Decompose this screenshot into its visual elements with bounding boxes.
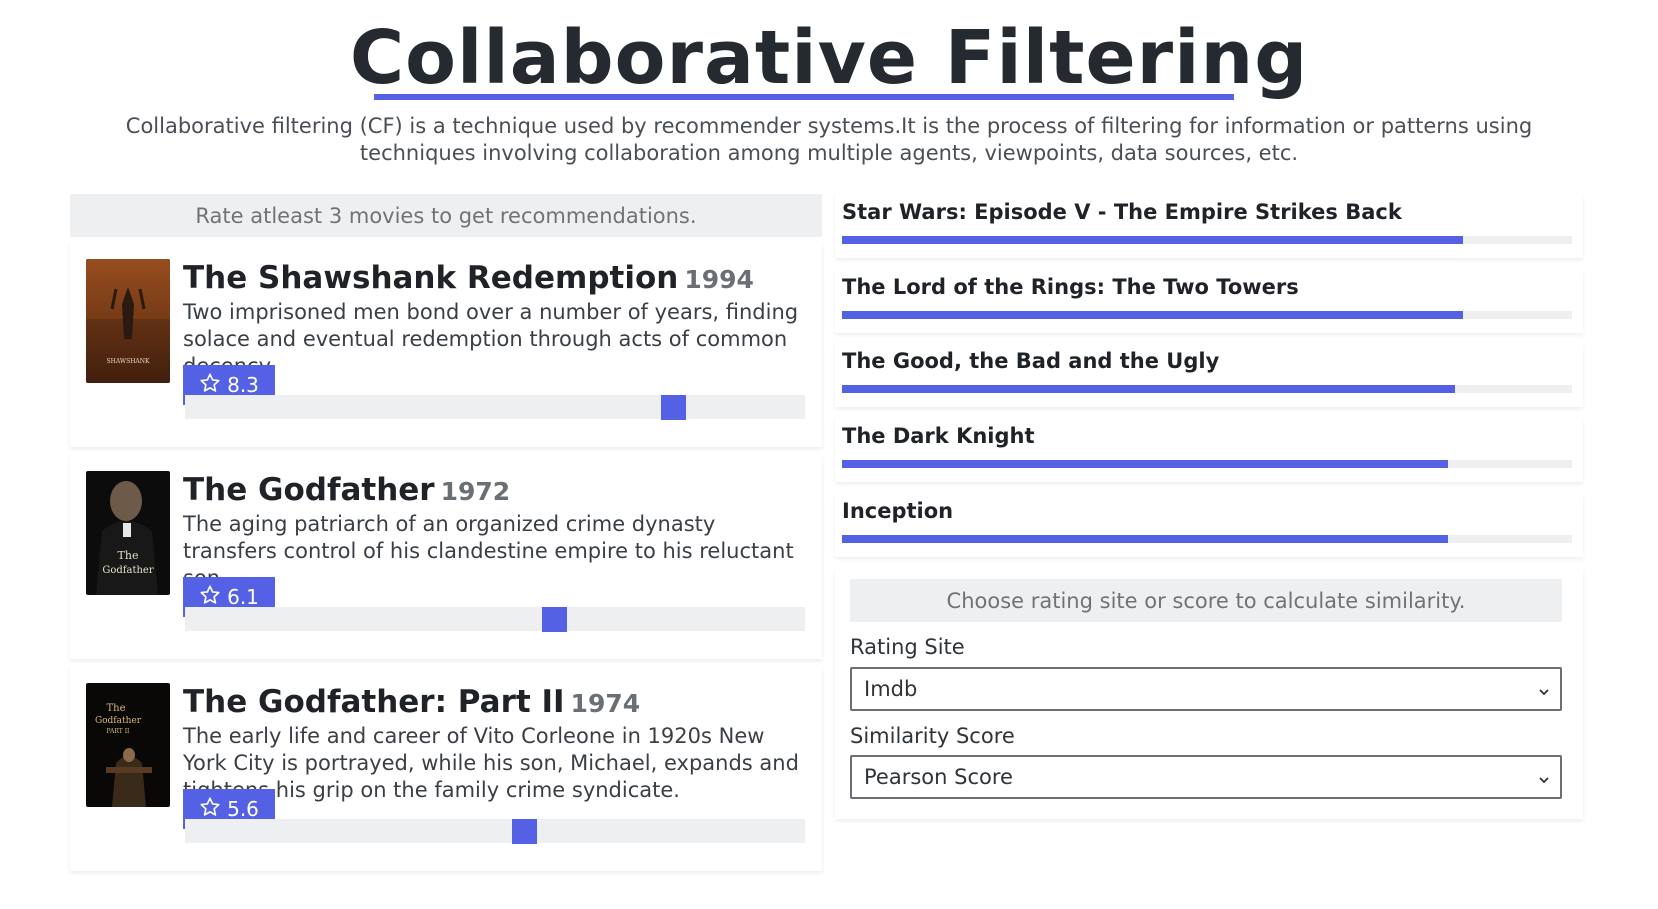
movie-title: The Godfather 1972 bbox=[183, 472, 511, 508]
page-header: Collaborative Filtering bbox=[0, 14, 1658, 102]
movie-poster: The Godfather bbox=[86, 471, 170, 595]
rating-value: 6.1 bbox=[227, 585, 259, 609]
rating-value: 8.3 bbox=[227, 373, 259, 397]
similarity-score-label: Similarity Score bbox=[850, 724, 1015, 748]
score-bar-fill bbox=[842, 385, 1456, 393]
recommendation-title: Star Wars: Episode V - The Empire Strike… bbox=[842, 200, 1402, 224]
rating-slider[interactable] bbox=[185, 395, 805, 420]
rate-hint: Rate atleast 3 movies to get recommendat… bbox=[70, 194, 822, 237]
movie-year: 1974 bbox=[570, 689, 641, 718]
rating-slider[interactable] bbox=[185, 607, 805, 632]
movie-description: The aging patriarch of an organized crim… bbox=[183, 512, 794, 590]
score-bar bbox=[842, 311, 1572, 319]
score-bar-fill bbox=[842, 535, 1448, 543]
page-title: Collaborative Filtering bbox=[349, 15, 1309, 101]
movie-title: The Shawshank Redemption 1994 bbox=[183, 260, 754, 296]
score-bar bbox=[842, 535, 1572, 543]
recommendation-item[interactable]: The Lord of the Rings: The Two Towers bbox=[835, 269, 1583, 333]
slider-thumb[interactable] bbox=[512, 819, 537, 844]
chevron-down-icon bbox=[1536, 769, 1552, 785]
rating-slider[interactable] bbox=[185, 819, 805, 844]
recommendation-item[interactable]: The Good, the Bad and the Ugly bbox=[835, 343, 1583, 407]
recommendation-item[interactable]: Inception bbox=[835, 493, 1583, 557]
score-bar bbox=[842, 460, 1572, 468]
svg-text:Godfather: Godfather bbox=[95, 716, 142, 726]
score-bar-fill bbox=[842, 460, 1448, 468]
movie-card: SHAWSHANK The Shawshank Redemption 1994 T… bbox=[70, 243, 822, 447]
rating-panel: Rate atleast 3 movies to get recommendat… bbox=[70, 194, 822, 871]
score-bar-fill bbox=[842, 311, 1463, 319]
svg-text:Godfather: Godfather bbox=[102, 565, 153, 576]
movie-year: 1994 bbox=[684, 265, 754, 294]
movie-card: The Godfather PART II The Godfather: Par… bbox=[70, 667, 822, 871]
rating-site-label: Rating Site bbox=[850, 635, 965, 659]
similarity-score-select[interactable]: Pearson Score bbox=[850, 755, 1562, 799]
rating-value: 5.6 bbox=[227, 797, 259, 821]
score-bar-fill bbox=[842, 236, 1463, 244]
recommendation-title: Inception bbox=[842, 499, 954, 523]
movie-description: The early life and career of Vito Corleo… bbox=[183, 724, 799, 802]
slider-thumb[interactable] bbox=[542, 607, 567, 632]
similarity-score-value: Pearson Score bbox=[864, 765, 1013, 789]
movie-description: Two imprisoned men bond over a number of… bbox=[183, 300, 799, 378]
chevron-down-icon bbox=[1536, 681, 1552, 697]
recommendation-title: The Dark Knight bbox=[842, 424, 1035, 448]
movie-year: 1972 bbox=[440, 477, 511, 506]
slider-thumb[interactable] bbox=[661, 395, 686, 420]
movie-card: The Godfather The Godfather 1972 The agin… bbox=[70, 455, 822, 659]
movie-poster: The Godfather PART II bbox=[86, 683, 170, 807]
rating-site-value: Imdb bbox=[864, 677, 918, 701]
recommendation-title: The Lord of the Rings: The Two Towers bbox=[842, 275, 1299, 299]
similarity-settings: Choose rating site or score to calculate… bbox=[835, 569, 1583, 819]
score-bar bbox=[842, 385, 1572, 393]
rating-site-select[interactable]: Imdb bbox=[850, 667, 1562, 711]
svg-text:PART II: PART II bbox=[107, 728, 131, 735]
svg-text:The: The bbox=[118, 549, 139, 562]
svg-text:SHAWSHANK: SHAWSHANK bbox=[106, 358, 150, 365]
svg-text:The: The bbox=[106, 703, 125, 714]
settings-hint: Choose rating site or score to calculate… bbox=[850, 579, 1562, 622]
title-underline bbox=[374, 94, 1234, 100]
recommendation-item[interactable]: The Dark Knight bbox=[835, 418, 1583, 482]
movie-poster: SHAWSHANK bbox=[86, 259, 170, 383]
movie-title: The Godfather: Part II 1974 bbox=[183, 684, 641, 720]
page-subtitle: Collaborative filtering (CF) is a techni… bbox=[125, 114, 1533, 165]
score-bar bbox=[842, 236, 1572, 244]
recommendation-title: The Good, the Bad and the Ugly bbox=[842, 349, 1220, 373]
recommendation-item[interactable]: Star Wars: Episode V - The Empire Strike… bbox=[835, 194, 1583, 258]
